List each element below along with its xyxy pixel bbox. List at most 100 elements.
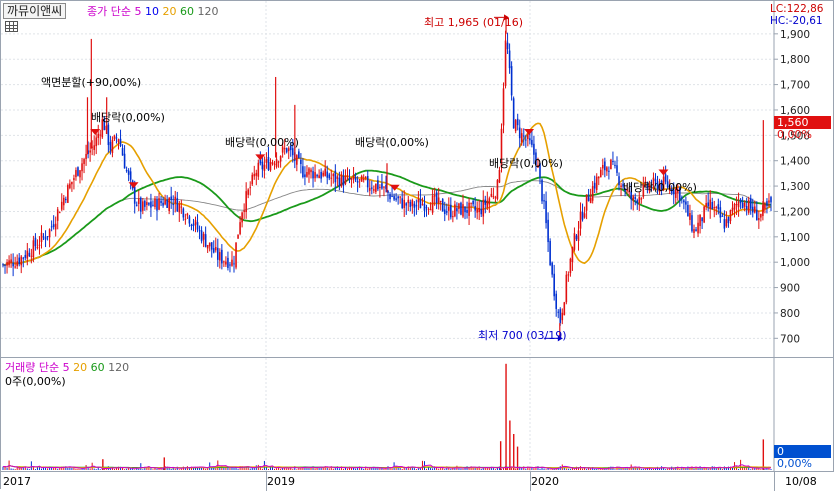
candle-body: [484, 199, 487, 205]
candle-body: [368, 187, 371, 191]
candle-body: [137, 198, 140, 204]
candle-body: [206, 244, 209, 249]
candle-body: [443, 209, 446, 215]
candle-body: [298, 151, 300, 159]
candle-body: [567, 274, 570, 276]
candle-body: [375, 183, 377, 192]
candle-body: [2, 264, 4, 266]
candle-body: [620, 185, 622, 187]
candle-body: [164, 199, 166, 205]
candle-body: [731, 207, 734, 212]
candle-body: [703, 206, 705, 223]
price-tick-label: 1,700: [780, 80, 810, 92]
candle-body: [182, 208, 185, 218]
candle-body: [608, 170, 610, 172]
price-tick-label: 1,900: [780, 29, 810, 41]
candle-body: [135, 204, 138, 206]
candle-body: [174, 196, 177, 204]
ma60-legend: 60: [179, 5, 194, 18]
candle-body: [423, 203, 426, 211]
candle-body: [448, 206, 450, 211]
candle-body: [634, 197, 637, 199]
candle-body: [685, 201, 687, 205]
candle-body: [565, 274, 568, 303]
candle-body: [441, 199, 444, 212]
candle-body: [304, 174, 306, 178]
candle-body: [681, 197, 683, 199]
candle-body: [764, 204, 766, 209]
candle-body: [709, 199, 712, 209]
candle-body: [555, 293, 558, 309]
candle-body: [520, 133, 523, 142]
candle-body: [401, 198, 403, 209]
candle-body: [466, 209, 468, 213]
candle-body: [468, 202, 470, 216]
candle-body: [245, 191, 247, 213]
dividend-annotation-5: 배당락(0,00%): [623, 181, 697, 194]
candle-body: [504, 40, 507, 86]
candle-body: [472, 200, 474, 205]
price-tick-label: 900: [780, 283, 800, 295]
price-tick-label: 1,200: [780, 206, 810, 218]
candle-body: [296, 155, 298, 165]
candle-body: [419, 199, 422, 209]
candle-body: [312, 171, 314, 179]
candle-body: [464, 206, 466, 213]
candle-body: [527, 134, 529, 140]
candle-body: [318, 175, 320, 179]
vma20-legend: 20: [73, 361, 88, 374]
candle-body: [364, 176, 367, 178]
candle-body: [476, 209, 478, 213]
candle-body: [604, 161, 606, 171]
candle-body: [547, 219, 549, 243]
candle-body: [160, 200, 162, 203]
candle-body: [719, 207, 722, 218]
candle-body: [569, 258, 572, 274]
candle-body: [81, 163, 83, 172]
stock-name[interactable]: 까뮤이앤씨: [3, 3, 67, 19]
candle-body: [766, 201, 768, 206]
volume-chart[interactable]: 100,000K50,000K: [1, 358, 834, 471]
candle-body: [36, 246, 39, 249]
candle-body: [348, 177, 351, 181]
candle-body: [377, 180, 379, 190]
candle-body: [405, 203, 408, 206]
candle-body: [721, 215, 724, 217]
candle-body: [525, 139, 527, 141]
candle-body: [502, 88, 505, 126]
candle-body: [62, 197, 65, 206]
candle-body: [69, 183, 71, 189]
candle-body: [344, 176, 347, 184]
candle-body: [192, 223, 195, 226]
candle-body: [437, 197, 440, 204]
low-annotation: 최저 700 (03/19): [478, 329, 567, 342]
candle-body: [452, 216, 454, 218]
candle-body: [300, 159, 302, 165]
candle-body: [330, 177, 333, 179]
candle-body: [334, 170, 337, 183]
candle-body: [8, 260, 10, 266]
candle-body: [739, 199, 742, 204]
candle-body: [717, 204, 720, 210]
price-legend: 종가 단순 5 10 20 60 120: [87, 5, 218, 18]
candle-body: [395, 198, 397, 200]
candle-body: [247, 189, 249, 195]
candle-body: [231, 259, 233, 266]
candle-body: [571, 247, 574, 263]
candle-body: [602, 164, 604, 169]
candle-body: [322, 172, 324, 176]
grid-icon[interactable]: [5, 21, 18, 32]
candle-body: [229, 264, 231, 266]
candle-body: [332, 173, 335, 177]
candle-body: [417, 199, 420, 203]
candle-body: [518, 127, 521, 139]
candle-body: [573, 233, 576, 250]
candle-body: [146, 202, 148, 206]
candle-body: [362, 179, 365, 181]
candle-body: [409, 201, 412, 207]
candle-body: [597, 176, 600, 179]
candle-body: [699, 214, 701, 227]
candle-body: [589, 198, 592, 204]
candle-body: [214, 247, 217, 251]
price-chart[interactable]: 1,9001,8001,7001,6001,5001,4001,3001,200…: [1, 1, 834, 358]
